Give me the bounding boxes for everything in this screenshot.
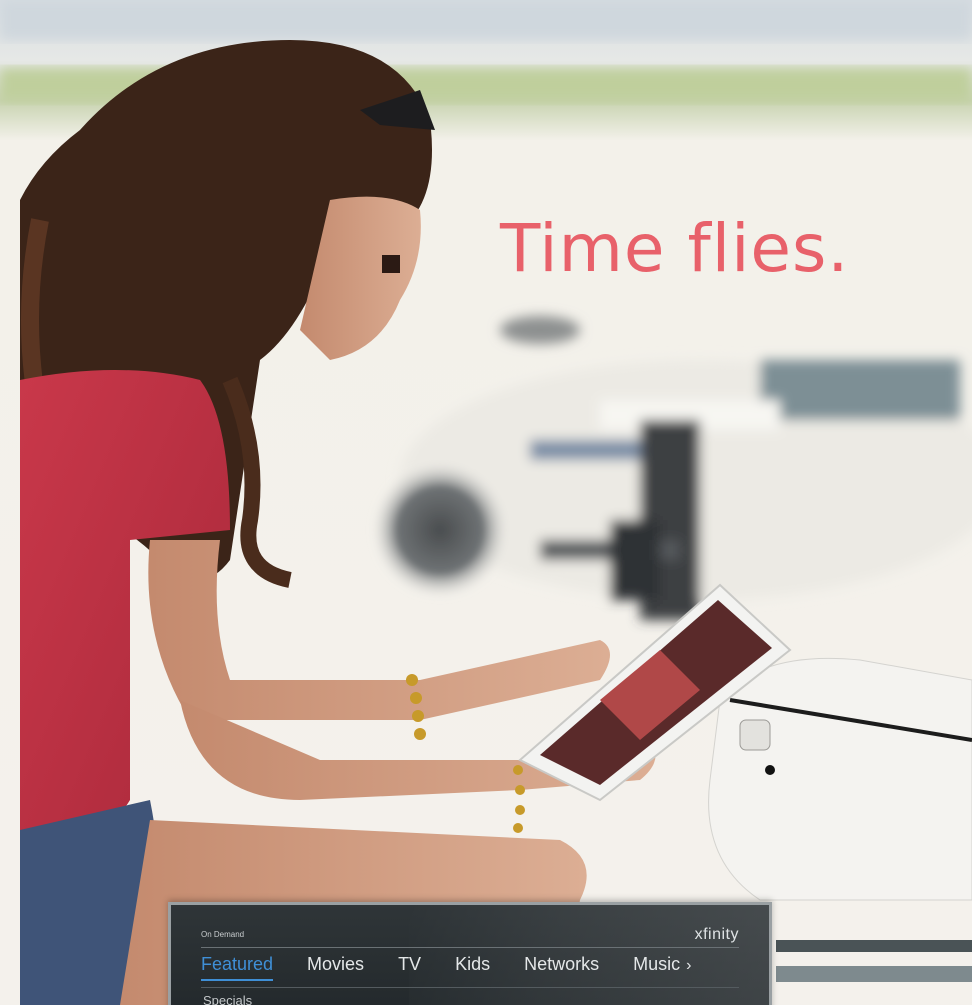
sub-row-specials[interactable]: Specials: [203, 993, 252, 1005]
xfinity-logo: xfinity: [694, 926, 739, 943]
nav-movies[interactable]: Movies: [307, 954, 364, 975]
chevron-right-icon: ›: [686, 957, 692, 974]
nav-kids[interactable]: Kids: [455, 954, 490, 975]
nav-networks[interactable]: Networks: [524, 954, 599, 975]
nav-tv[interactable]: TV: [398, 954, 421, 975]
xfinity-on-demand-screen: On Demand xfinity Featured Movies TV Kid…: [168, 902, 772, 1005]
photo-scene: Time flies. On Demand xfinity Featured M…: [0, 0, 972, 1005]
nav-music-label: Music: [633, 954, 681, 974]
airport-photo: [0, 0, 972, 1005]
nav-divider: [201, 987, 739, 988]
header-divider: [201, 947, 739, 948]
nav-music[interactable]: Music ›: [633, 954, 691, 975]
section-label: On Demand: [201, 930, 245, 939]
nav-featured[interactable]: Featured: [201, 954, 274, 981]
on-demand-nav: Featured Movies TV Kids Networks Music ›: [201, 954, 725, 981]
headline-time-flies: Time flies.: [500, 210, 850, 287]
